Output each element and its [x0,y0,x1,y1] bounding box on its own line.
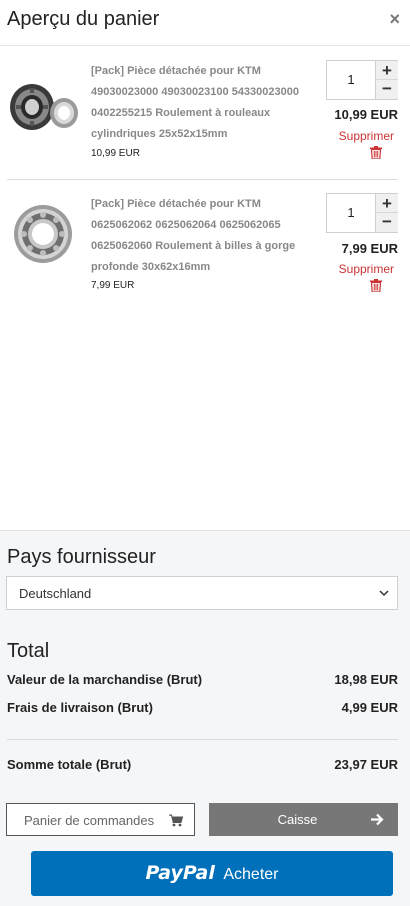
paypal-buy-button[interactable]: PayPal Acheter [31,851,393,896]
supplier-country-heading: Pays fournisseur [7,546,156,568]
page-title: Aperçu du panier [7,8,160,30]
cart-item: [Pack] Pièce détachée pour KTM 490300230… [0,47,410,179]
ball-bearing-image [14,205,72,263]
goods-value-label: Valeur de la marchandise (Brut) [7,672,203,687]
shipping-cost-value: 4,99 EUR [341,700,398,715]
trash-icon[interactable] [370,146,382,159]
quantity-input[interactable]: 1 [327,61,375,99]
cart-summary-panel: Pays fournisseur Deutschland Total Valeu… [0,530,410,906]
unit-price: 10,99 EUR [91,148,140,159]
totals-divider [7,739,398,740]
cylindrical-roller-bearing-image [10,84,78,130]
paypal-buy-label: Acheter [223,866,279,883]
product-description[interactable]: [Pack] Pièce détachée pour KTM 490300230… [91,61,313,145]
checkout-label: Caisse [277,812,318,827]
chevron-down-icon [379,590,389,597]
arrow-right-icon [371,813,384,826]
line-total: 7,99 EUR [341,241,398,256]
supplier-country-select[interactable]: Deutschland [6,576,398,610]
plus-icon[interactable]: + [375,194,398,213]
grand-total-label: Somme totale (Brut) [7,757,132,772]
line-total: 10,99 EUR [334,107,398,122]
quantity-stepper[interactable]: 1 + − [326,60,398,100]
cart-item: [Pack] Pièce détachée pour KTM 062506206… [0,180,410,306]
quantity-input[interactable]: 1 [327,194,375,232]
minus-icon[interactable]: − [375,80,398,99]
paypal-logo: PayPal [145,862,215,884]
view-cart-label: Panier de commandes [24,813,155,828]
unit-price: 7,99 EUR [91,280,135,291]
close-icon[interactable]: × [389,9,400,30]
total-heading: Total [7,640,50,662]
quantity-stepper[interactable]: 1 + − [326,193,398,233]
grand-total-value: 23,97 EUR [334,757,398,772]
goods-value: 18,98 EUR [334,672,398,687]
trash-icon[interactable] [370,279,382,292]
cart-preview-header: Aperçu du panier × [0,0,410,46]
view-cart-button[interactable]: Panier de commandes [6,803,195,836]
product-description[interactable]: [Pack] Pièce détachée pour KTM 062506206… [91,194,313,278]
checkout-button[interactable]: Caisse [209,803,398,836]
shopping-cart-icon [169,814,183,827]
remove-link[interactable]: Supprimer [339,262,394,276]
plus-icon[interactable]: + [375,61,398,80]
remove-link[interactable]: Supprimer [339,129,394,143]
minus-icon[interactable]: − [375,213,398,232]
shipping-cost-label: Frais de livraison (Brut) [7,700,153,715]
supplier-country-value: Deutschland [19,586,92,601]
